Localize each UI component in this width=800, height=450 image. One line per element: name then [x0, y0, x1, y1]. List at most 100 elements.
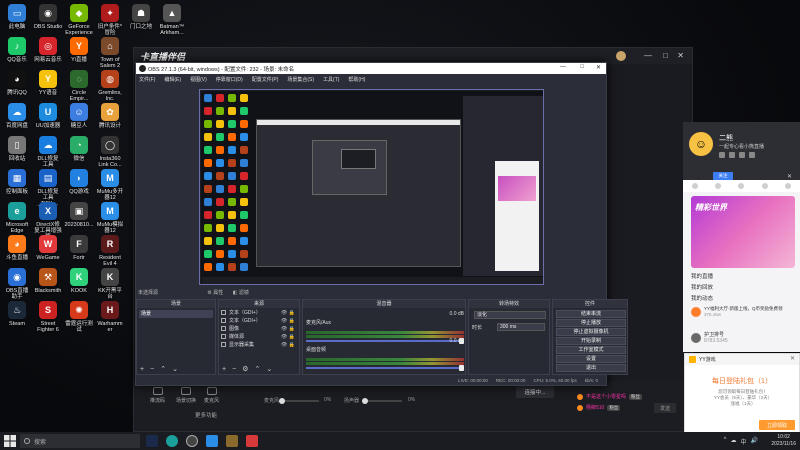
move-down-icon[interactable]: ⌄: [266, 366, 272, 373]
desktop-icon[interactable]: ◉ OBS Studio: [33, 4, 63, 30]
desktop-icon[interactable]: ☺ 糖豆人: [64, 103, 94, 129]
source-item[interactable]: 图像 👁 🔒: [221, 326, 297, 333]
mic-button[interactable]: 麦克风: [204, 387, 219, 404]
desktop-icon[interactable]: ◗ QQ游戏: [64, 169, 94, 195]
explorer-icon[interactable]: [226, 435, 238, 447]
tab-icon[interactable]: [785, 183, 792, 189]
stream-key-button[interactable]: 推流码: [150, 387, 165, 404]
desktop-icon[interactable]: ◉ OBS直播 助手: [2, 268, 32, 300]
minimize-icon[interactable]: —: [644, 51, 652, 60]
close-icon[interactable]: ✕: [677, 51, 684, 60]
tab-icon[interactable]: [738, 183, 745, 189]
control-button[interactable]: 结束串流: [556, 310, 626, 318]
follow-button[interactable]: 关注: [713, 172, 733, 180]
volume-icon[interactable]: 🔊: [751, 437, 758, 446]
desktop-icon[interactable]: ⚒ Blacksmith: [33, 268, 63, 294]
visibility-lock-icons[interactable]: 👁 🔒: [281, 326, 295, 333]
user-avatar[interactable]: [616, 51, 626, 61]
windows-start-icon[interactable]: [4, 435, 16, 447]
mic-volume-slider[interactable]: [279, 398, 319, 404]
desktop-icon[interactable]: ◍ Gremlins, Inc.: [95, 70, 125, 102]
volume-fader[interactable]: [306, 365, 464, 371]
cloud-icon[interactable]: ☁: [731, 437, 737, 446]
desktop-icon[interactable]: ◕ 腾讯QQ: [2, 70, 32, 96]
scene-item[interactable]: 场景: [139, 310, 213, 318]
control-button[interactable]: 工作室模式: [556, 346, 626, 354]
visibility-lock-icons[interactable]: 👁 🔒: [281, 334, 295, 341]
control-button[interactable]: 设置: [556, 355, 626, 363]
desktop-icon[interactable]: ◔ 微信: [64, 136, 94, 162]
promo-banner[interactable]: 精彩世界: [691, 196, 795, 268]
obs-menu-item[interactable]: 视图(V): [190, 76, 207, 83]
ime-icon[interactable]: 中: [741, 437, 747, 446]
menu-my-feed[interactable]: 我的动态: [691, 294, 713, 302]
star-icon[interactable]: [739, 152, 745, 158]
obs-menu-item[interactable]: 场景集合(S): [287, 76, 314, 83]
remove-icon[interactable]: −: [232, 366, 236, 373]
desktop-icon[interactable]: W WeGame: [33, 235, 63, 261]
desktop-icon[interactable]: ♨ Steam: [2, 301, 32, 327]
obs-menu-item[interactable]: 帮助(H): [348, 76, 365, 83]
close-icon[interactable]: ✕: [787, 173, 792, 180]
welfare-notice[interactable]: YY福利大厅·新版上线，Q币奖励免费领 375.45w: [691, 306, 783, 318]
maximize-icon[interactable]: □: [663, 51, 668, 60]
taskbar-search-box[interactable]: 搜索: [20, 434, 140, 448]
visibility-lock-icons[interactable]: 👁 🔒: [281, 342, 295, 349]
desktop-icon[interactable]: ⌂ Town of Salem 2: [95, 37, 125, 69]
desktop-icon[interactable]: ▯ 回收站: [2, 136, 32, 162]
desktop-icon[interactable]: ♪ QQ音乐: [2, 37, 32, 63]
app-taskbar-icon[interactable]: [206, 435, 218, 447]
speaker-volume-slider[interactable]: [362, 398, 402, 404]
desktop-icon[interactable]: ☁ 百度网盘: [2, 103, 32, 129]
desktop-icon[interactable]: ◆ GeForce Experience: [64, 4, 94, 36]
obs-menu-item[interactable]: 配置文件(P): [252, 76, 279, 83]
desktop-icon[interactable]: e Microsoft Edge: [2, 202, 32, 234]
desktop-icon[interactable]: ◕ 斗鱼直播: [2, 235, 32, 261]
desktop-icon[interactable]: ◎ 网易云音乐: [33, 37, 63, 63]
tab-icon[interactable]: [715, 183, 722, 189]
speaker-volume-knob[interactable]: [362, 398, 368, 404]
add-icon[interactable]: +: [140, 366, 144, 373]
close-icon[interactable]: ✕: [596, 64, 601, 71]
obs-menu-item[interactable]: 文件(F): [139, 76, 155, 83]
transition-select[interactable]: 淡化: [474, 311, 546, 319]
guard-ranking[interactable]: 护卫排号 8783.5345: [691, 332, 728, 344]
mic-volume-knob[interactable]: [279, 398, 285, 404]
desktop-icon[interactable]: ☁ DLL修复 工具: [33, 136, 63, 168]
desktop-icon[interactable]: ▣ 20230810...: [64, 202, 94, 228]
filters-button[interactable]: ◧ 滤镜: [233, 290, 249, 296]
clock[interactable]: 10:02 2023/11/16: [771, 434, 796, 448]
desktop-icon[interactable]: ✺ 雷霆运行测试: [64, 301, 94, 333]
duration-input[interactable]: 300 ms: [497, 323, 545, 331]
desktop-icon[interactable]: M MuMu模拟 器12: [95, 202, 125, 234]
control-button[interactable]: 停止虚拟摄像机: [556, 328, 626, 336]
move-down-icon[interactable]: ⌄: [172, 366, 178, 373]
move-up-icon[interactable]: ⌃: [254, 366, 260, 373]
obs-menu-item[interactable]: 停靠窗口(D): [216, 76, 243, 83]
scene-switch-button[interactable]: 场景切换: [176, 387, 196, 404]
obs-menu-item[interactable]: 编辑(E): [164, 76, 181, 83]
add-icon[interactable]: +: [222, 366, 226, 373]
volume-fader-knob[interactable]: [459, 365, 464, 371]
desktop-icon[interactable]: ▦ 控制面板: [2, 169, 32, 195]
properties-button[interactable]: ⚙ 属性: [207, 290, 223, 296]
gift-icon[interactable]: [729, 152, 735, 158]
remove-icon[interactable]: −: [150, 366, 154, 373]
desktop-icon[interactable]: S Street Fighter 6: [33, 301, 63, 333]
obs-preview-canvas[interactable]: [199, 89, 544, 285]
obs-taskbar-icon[interactable]: [186, 435, 198, 447]
desktop-icon[interactable]: R Resident Evil 4: [95, 235, 125, 267]
task-view-icon[interactable]: [146, 435, 158, 447]
desktop-icon[interactable]: K KOOK: [64, 268, 94, 294]
desktop-icon[interactable]: M MuMu多开 器12: [95, 169, 125, 201]
minimize-icon[interactable]: —: [560, 64, 566, 70]
control-button[interactable]: 退出: [556, 364, 626, 372]
more-features-button[interactable]: 更多功能: [184, 410, 228, 420]
desktop-icon[interactable]: ▭ 此电脑: [2, 4, 32, 30]
edge-icon[interactable]: [166, 435, 178, 447]
claim-button[interactable]: 立即领取: [759, 420, 795, 430]
desktop-icon[interactable]: F Fortr: [64, 235, 94, 261]
source-item[interactable]: 文本（GDI+） 👁 🔒: [221, 310, 297, 317]
tab-icon[interactable]: [691, 183, 698, 189]
share-icon[interactable]: [719, 152, 725, 158]
